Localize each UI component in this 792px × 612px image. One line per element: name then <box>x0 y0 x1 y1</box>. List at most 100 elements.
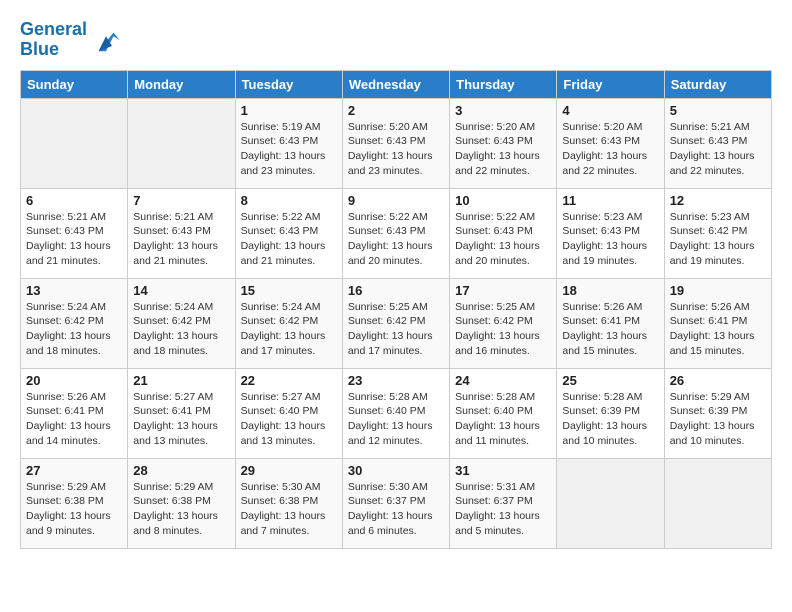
day-number: 10 <box>455 193 551 208</box>
week-row-5: 27 Sunrise: 5:29 AMSunset: 6:38 PMDayligh… <box>21 458 772 548</box>
day-info: Sunrise: 5:29 AMSunset: 6:38 PMDaylight:… <box>26 480 122 539</box>
day-number: 3 <box>455 103 551 118</box>
day-cell: 19 Sunrise: 5:26 AMSunset: 6:41 PMDayligh… <box>664 278 771 368</box>
day-cell <box>557 458 664 548</box>
day-info: Sunrise: 5:23 AMSunset: 6:43 PMDaylight:… <box>562 210 658 269</box>
logo: General Blue <box>20 20 121 60</box>
day-number: 21 <box>133 373 229 388</box>
day-cell: 18 Sunrise: 5:26 AMSunset: 6:41 PMDayligh… <box>557 278 664 368</box>
day-cell <box>664 458 771 548</box>
day-cell: 31Sunrise: 5:31 AMSunset: 6:37 PMDayligh… <box>450 458 557 548</box>
week-row-1: 1 Sunrise: 5:19 AMSunset: 6:43 PMDaylight… <box>21 98 772 188</box>
day-info: Sunrise: 5:26 AMSunset: 6:41 PMDaylight:… <box>26 390 122 449</box>
day-info: Sunrise: 5:28 AMSunset: 6:40 PMDaylight:… <box>348 390 444 449</box>
day-info: Sunrise: 5:26 AMSunset: 6:41 PMDaylight:… <box>562 300 658 359</box>
day-cell: 11 Sunrise: 5:23 AMSunset: 6:43 PMDayligh… <box>557 188 664 278</box>
day-cell: 4 Sunrise: 5:20 AMSunset: 6:43 PMDaylight… <box>557 98 664 188</box>
day-number: 9 <box>348 193 444 208</box>
logo-icon <box>91 25 121 55</box>
day-number: 23 <box>348 373 444 388</box>
day-cell: 12Sunrise: 5:23 AMSunset: 6:42 PMDayligh… <box>664 188 771 278</box>
day-number: 24 <box>455 373 551 388</box>
logo-text: General Blue <box>20 20 87 60</box>
day-info: Sunrise: 5:24 AMSunset: 6:42 PMDaylight:… <box>133 300 229 359</box>
day-info: Sunrise: 5:21 AMSunset: 6:43 PMDaylight:… <box>670 120 766 179</box>
day-cell <box>128 98 235 188</box>
day-number: 30 <box>348 463 444 478</box>
day-cell: 5Sunrise: 5:21 AMSunset: 6:43 PMDaylight… <box>664 98 771 188</box>
day-number: 8 <box>241 193 337 208</box>
day-cell: 8 Sunrise: 5:22 AMSunset: 6:43 PMDaylight… <box>235 188 342 278</box>
day-cell: 28Sunrise: 5:29 AMSunset: 6:38 PMDayligh… <box>128 458 235 548</box>
day-cell: 9Sunrise: 5:22 AMSunset: 6:43 PMDaylight… <box>342 188 449 278</box>
week-row-3: 13 Sunrise: 5:24 AMSunset: 6:42 PMDayligh… <box>21 278 772 368</box>
day-info: Sunrise: 5:28 AMSunset: 6:39 PMDaylight:… <box>562 390 658 449</box>
column-header-monday: Monday <box>128 70 235 98</box>
day-cell: 15 Sunrise: 5:24 AMSunset: 6:42 PMDayligh… <box>235 278 342 368</box>
day-cell: 3 Sunrise: 5:20 AMSunset: 6:43 PMDaylight… <box>450 98 557 188</box>
week-row-4: 20 Sunrise: 5:26 AMSunset: 6:41 PMDayligh… <box>21 368 772 458</box>
column-header-tuesday: Tuesday <box>235 70 342 98</box>
day-number: 11 <box>562 193 658 208</box>
day-cell: 22 Sunrise: 5:27 AMSunset: 6:40 PMDayligh… <box>235 368 342 458</box>
day-info: Sunrise: 5:22 AMSunset: 6:43 PMDaylight:… <box>455 210 551 269</box>
day-number: 13 <box>26 283 122 298</box>
day-info: Sunrise: 5:19 AMSunset: 6:43 PMDaylight:… <box>241 120 337 179</box>
day-cell <box>21 98 128 188</box>
day-info: Sunrise: 5:28 AMSunset: 6:40 PMDaylight:… <box>455 390 551 449</box>
day-number: 19 <box>670 283 766 298</box>
day-number: 6 <box>26 193 122 208</box>
column-header-thursday: Thursday <box>450 70 557 98</box>
day-cell: 20 Sunrise: 5:26 AMSunset: 6:41 PMDayligh… <box>21 368 128 458</box>
day-cell: 6 Sunrise: 5:21 AMSunset: 6:43 PMDaylight… <box>21 188 128 278</box>
day-info: Sunrise: 5:30 AMSunset: 6:37 PMDaylight:… <box>348 480 444 539</box>
day-number: 16 <box>348 283 444 298</box>
day-cell: 13 Sunrise: 5:24 AMSunset: 6:42 PMDayligh… <box>21 278 128 368</box>
day-number: 27 <box>26 463 122 478</box>
day-cell: 23 Sunrise: 5:28 AMSunset: 6:40 PMDayligh… <box>342 368 449 458</box>
day-cell: 30 Sunrise: 5:30 AMSunset: 6:37 PMDayligh… <box>342 458 449 548</box>
day-cell: 1 Sunrise: 5:19 AMSunset: 6:43 PMDaylight… <box>235 98 342 188</box>
column-header-friday: Friday <box>557 70 664 98</box>
day-info: Sunrise: 5:26 AMSunset: 6:41 PMDaylight:… <box>670 300 766 359</box>
day-info: Sunrise: 5:20 AMSunset: 6:43 PMDaylight:… <box>562 120 658 179</box>
page-header: General Blue <box>20 20 772 60</box>
week-row-2: 6 Sunrise: 5:21 AMSunset: 6:43 PMDaylight… <box>21 188 772 278</box>
day-info: Sunrise: 5:29 AMSunset: 6:39 PMDaylight:… <box>670 390 766 449</box>
day-info: Sunrise: 5:29 AMSunset: 6:38 PMDaylight:… <box>133 480 229 539</box>
day-number: 4 <box>562 103 658 118</box>
day-cell: 27 Sunrise: 5:29 AMSunset: 6:38 PMDayligh… <box>21 458 128 548</box>
day-number: 18 <box>562 283 658 298</box>
day-cell: 10 Sunrise: 5:22 AMSunset: 6:43 PMDayligh… <box>450 188 557 278</box>
column-header-sunday: Sunday <box>21 70 128 98</box>
day-number: 7 <box>133 193 229 208</box>
day-number: 29 <box>241 463 337 478</box>
day-info: Sunrise: 5:31 AMSunset: 6:37 PMDaylight:… <box>455 480 551 539</box>
day-cell: 26 Sunrise: 5:29 AMSunset: 6:39 PMDayligh… <box>664 368 771 458</box>
column-header-saturday: Saturday <box>664 70 771 98</box>
day-number: 15 <box>241 283 337 298</box>
day-number: 14 <box>133 283 229 298</box>
day-info: Sunrise: 5:22 AMSunset: 6:43 PMDaylight:… <box>241 210 337 269</box>
day-cell: 24 Sunrise: 5:28 AMSunset: 6:40 PMDayligh… <box>450 368 557 458</box>
day-info: Sunrise: 5:24 AMSunset: 6:42 PMDaylight:… <box>26 300 122 359</box>
day-number: 12 <box>670 193 766 208</box>
day-info: Sunrise: 5:25 AMSunset: 6:42 PMDaylight:… <box>455 300 551 359</box>
day-info: Sunrise: 5:27 AMSunset: 6:40 PMDaylight:… <box>241 390 337 449</box>
day-cell: 29Sunrise: 5:30 AMSunset: 6:38 PMDayligh… <box>235 458 342 548</box>
day-cell: 17Sunrise: 5:25 AMSunset: 6:42 PMDayligh… <box>450 278 557 368</box>
day-info: Sunrise: 5:21 AMSunset: 6:43 PMDaylight:… <box>26 210 122 269</box>
day-info: Sunrise: 5:20 AMSunset: 6:43 PMDaylight:… <box>455 120 551 179</box>
day-cell: 14 Sunrise: 5:24 AMSunset: 6:42 PMDayligh… <box>128 278 235 368</box>
day-number: 20 <box>26 373 122 388</box>
day-number: 22 <box>241 373 337 388</box>
day-info: Sunrise: 5:24 AMSunset: 6:42 PMDaylight:… <box>241 300 337 359</box>
day-cell: 16 Sunrise: 5:25 AMSunset: 6:42 PMDayligh… <box>342 278 449 368</box>
day-info: Sunrise: 5:25 AMSunset: 6:42 PMDaylight:… <box>348 300 444 359</box>
day-cell: 21Sunrise: 5:27 AMSunset: 6:41 PMDayligh… <box>128 368 235 458</box>
day-number: 1 <box>241 103 337 118</box>
day-info: Sunrise: 5:21 AMSunset: 6:43 PMDaylight:… <box>133 210 229 269</box>
day-cell: 2Sunrise: 5:20 AMSunset: 6:43 PMDaylight… <box>342 98 449 188</box>
day-cell: 7 Sunrise: 5:21 AMSunset: 6:43 PMDaylight… <box>128 188 235 278</box>
day-number: 26 <box>670 373 766 388</box>
